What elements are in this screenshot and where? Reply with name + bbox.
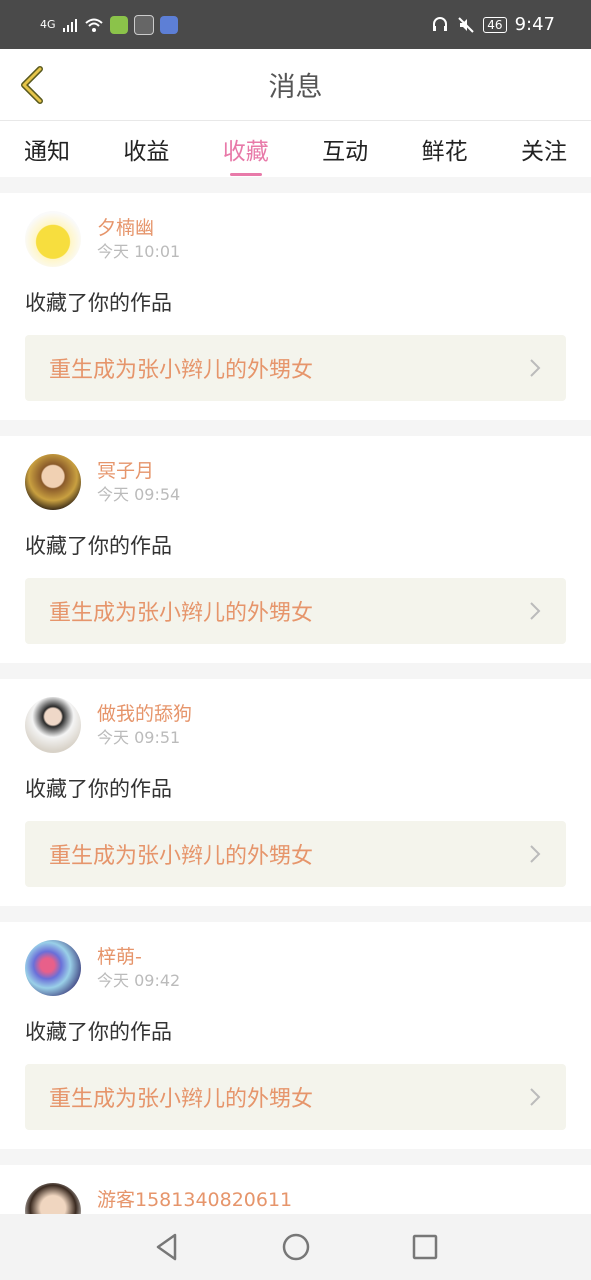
user-info: 夕楠幽 今天 10:01	[97, 211, 180, 263]
message-card: 夕楠幽 今天 10:01 收藏了你的作品 重生成为张小辫儿的外甥女	[0, 193, 591, 420]
user-name[interactable]: 冥子月	[97, 458, 180, 484]
message-action: 收藏了你的作品	[25, 777, 172, 801]
work-title: 重生成为张小辫儿的外甥女	[49, 601, 314, 626]
status-left: 4G	[40, 14, 178, 35]
work-link[interactable]: 重生成为张小辫儿的外甥女	[25, 821, 566, 887]
message-card: 做我的舔狗 今天 09:51 收藏了你的作品 重生成为张小辫儿的外甥女	[0, 679, 591, 906]
back-arrow-icon[interactable]	[14, 65, 50, 105]
user-row: 梓萌- 今天 09:42	[25, 940, 566, 996]
work-link[interactable]: 重生成为张小辫儿的外甥女	[25, 1064, 566, 1130]
work-title: 重生成为张小辫儿的外甥女	[49, 1087, 314, 1112]
chevron-right-icon	[530, 845, 541, 863]
mute-icon	[458, 16, 475, 33]
status-bar: 4G 46 9:47	[0, 0, 591, 49]
message-action: 收藏了你的作品	[25, 291, 172, 315]
message-time: 今天 09:42	[97, 971, 181, 990]
user-row: 冥子月 今天 09:54	[25, 454, 566, 510]
page-title: 消息	[268, 72, 323, 103]
network-label: 4G	[40, 18, 56, 31]
user-info: 梓萌- 今天 09:42	[97, 940, 180, 992]
avatar[interactable]	[25, 454, 81, 510]
user-info: 游客1581340820611	[97, 1183, 292, 1213]
user-name[interactable]: 做我的舔狗	[97, 701, 192, 727]
user-name[interactable]: 游客1581340820611	[97, 1187, 292, 1213]
user-row: 夕楠幽 今天 10:01	[25, 211, 566, 267]
message-list: 夕楠幽 今天 10:01 收藏了你的作品 重生成为张小辫儿的外甥女 冥子月 今天…	[0, 193, 591, 1241]
tab-follows[interactable]: 关注	[521, 132, 567, 166]
message-card: 梓萌- 今天 09:42 收藏了你的作品 重生成为张小辫儿的外甥女	[0, 922, 591, 1149]
app-notification-icon	[109, 15, 128, 34]
chevron-right-icon	[530, 359, 541, 377]
app-notification-icon	[133, 14, 154, 35]
tab-earnings[interactable]: 收益	[123, 132, 169, 166]
app-notification-icon	[159, 15, 178, 34]
back-triangle-icon[interactable]	[150, 1230, 184, 1264]
recents-square-icon[interactable]	[408, 1230, 442, 1264]
tab-interactions[interactable]: 互动	[322, 132, 368, 166]
message-time: 今天 09:54	[97, 485, 181, 504]
avatar[interactable]	[25, 211, 81, 267]
chevron-right-icon	[530, 1088, 541, 1106]
user-info: 做我的舔狗 今天 09:51	[97, 697, 192, 749]
work-link[interactable]: 重生成为张小辫儿的外甥女	[25, 335, 566, 401]
tab-notifications[interactable]: 通知	[24, 132, 70, 166]
avatar[interactable]	[25, 940, 81, 996]
signal-icon	[62, 18, 77, 32]
home-circle-icon[interactable]	[279, 1230, 313, 1264]
message-action: 收藏了你的作品	[25, 534, 172, 558]
tab-favorites[interactable]: 收藏	[223, 132, 269, 166]
header: 消息	[0, 49, 591, 121]
user-name[interactable]: 夕楠幽	[97, 215, 180, 241]
message-card: 冥子月 今天 09:54 收藏了你的作品 重生成为张小辫儿的外甥女	[0, 436, 591, 663]
work-title: 重生成为张小辫儿的外甥女	[49, 358, 314, 383]
user-row: 做我的舔狗 今天 09:51	[25, 697, 566, 753]
battery-icon: 46	[483, 16, 507, 33]
clock: 9:47	[514, 14, 555, 35]
work-link[interactable]: 重生成为张小辫儿的外甥女	[25, 578, 566, 644]
avatar[interactable]	[25, 697, 81, 753]
system-nav-bar	[0, 1214, 591, 1280]
headphone-icon	[433, 16, 448, 31]
wifi-icon	[84, 18, 103, 32]
chevron-right-icon	[530, 602, 541, 620]
status-right: 46 9:47	[431, 14, 555, 35]
user-info: 冥子月 今天 09:54	[97, 454, 180, 506]
message-action: 收藏了你的作品	[25, 1020, 172, 1044]
message-time: 今天 10:01	[97, 242, 181, 261]
message-time: 今天 09:51	[97, 728, 181, 747]
tab-flowers[interactable]: 鲜花	[422, 132, 468, 166]
work-title: 重生成为张小辫儿的外甥女	[49, 844, 314, 869]
user-name[interactable]: 梓萌-	[97, 944, 180, 970]
tab-bar: 通知 收益 收藏 互动 鲜花 关注	[0, 121, 591, 177]
